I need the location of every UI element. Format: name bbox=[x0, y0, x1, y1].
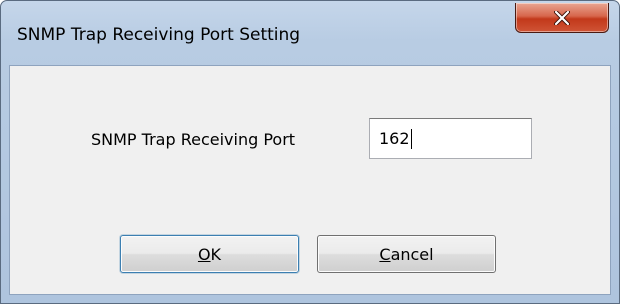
ok-button[interactable]: OK bbox=[120, 235, 299, 273]
port-label: SNMP Trap Receiving Port bbox=[91, 130, 296, 149]
port-value: 162 bbox=[379, 129, 410, 148]
text-caret bbox=[410, 128, 412, 149]
cancel-button[interactable]: Cancel bbox=[317, 235, 496, 273]
ok-button-label: OK bbox=[197, 244, 222, 264]
title-bar[interactable]: SNMP Trap Receiving Port Setting bbox=[1, 1, 619, 65]
dialog-window: SNMP Trap Receiving Port Setting SNMP Tr… bbox=[0, 0, 620, 304]
close-button[interactable] bbox=[515, 3, 609, 33]
port-input[interactable]: 162 bbox=[369, 118, 532, 159]
cancel-button-label: Cancel bbox=[379, 244, 434, 264]
close-icon bbox=[554, 10, 570, 25]
window-title: SNMP Trap Receiving Port Setting bbox=[17, 25, 301, 45]
dialog-client-area: SNMP Trap Receiving Port 162 OK Cancel bbox=[9, 65, 611, 295]
